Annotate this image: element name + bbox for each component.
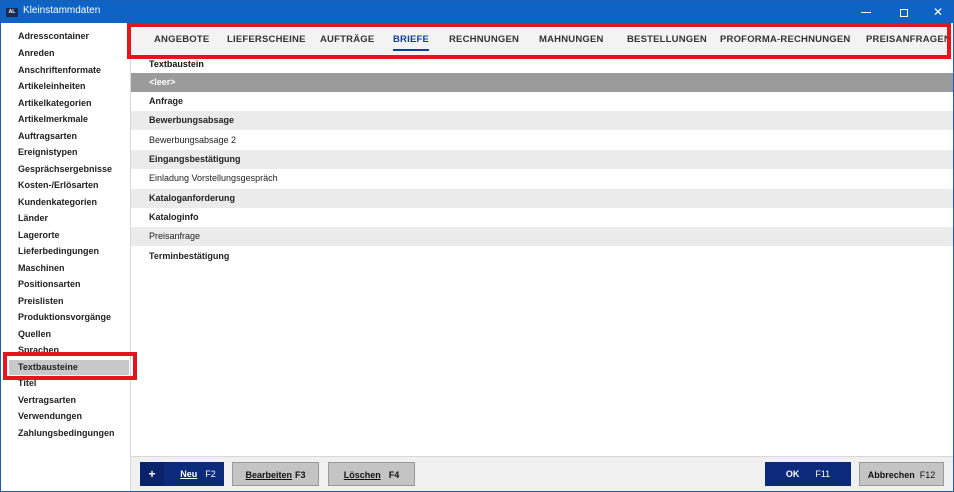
window-title: Kleinstammdaten — [23, 5, 101, 16]
sidebar-item-gespraechsergebnisse[interactable]: Gesprächsergebnisse — [9, 162, 129, 177]
delete-button-key: F4 — [388, 470, 400, 480]
sidebar-item-anreden[interactable]: Anreden — [9, 46, 129, 61]
sidebar-item-anschriftenformate[interactable]: Anschriftenformate — [9, 63, 129, 78]
close-button[interactable]: ✕ — [921, 1, 953, 23]
text-module-grid: Textbaustein <leer> Anfrage Bewerbungsab… — [131, 59, 953, 456]
grid-row[interactable]: Bewerbungsabsage 2 — [131, 131, 953, 150]
new-button-label: Neu — [180, 469, 198, 479]
title-bar: AL Kleinstammdaten ✕ — [1, 1, 953, 23]
cancel-button[interactable]: Abbrechen F12 — [859, 462, 944, 486]
plus-icon: + — [140, 462, 164, 486]
app-icon: AL — [6, 8, 18, 17]
sidebar-item-artikelmerkmale[interactable]: Artikelmerkmale — [9, 112, 129, 127]
sidebar-item-zahlungsbedingungen[interactable]: Zahlungsbedingungen — [9, 426, 129, 441]
sidebar-item-auftragsarten[interactable]: Auftragsarten — [9, 129, 129, 144]
sidebar-item-kundenkategorien[interactable]: Kundenkategorien — [9, 195, 129, 210]
tab-bar-highlight-box — [127, 23, 951, 59]
minimize-icon — [861, 12, 871, 14]
app-window: AL Kleinstammdaten ✕ Adresscontainer Anr… — [0, 0, 954, 492]
delete-button-label: Löschen — [343, 470, 381, 480]
cancel-button-key: F12 — [919, 470, 936, 480]
edit-button[interactable]: Bearbeiten F3 — [232, 462, 319, 486]
sidebar-item-artikelkategorien[interactable]: Artikelkategorien — [9, 96, 129, 111]
action-bar: + Neu F2 Bearbeiten F3 Löschen F4 OK F11 Abb… — [131, 456, 953, 491]
sidebar-item-laender[interactable]: Länder — [9, 211, 129, 226]
maximize-icon — [900, 8, 908, 17]
grid-row[interactable]: Preisanfrage — [131, 227, 953, 246]
grid-row[interactable]: Eingangsbestätigung — [131, 150, 953, 169]
sidebar-item-adresscontainer[interactable]: Adresscontainer — [9, 29, 129, 44]
grid-row[interactable]: Einladung Vorstellungsgespräch — [131, 169, 953, 188]
close-icon: ✕ — [932, 5, 944, 19]
new-button[interactable]: + Neu F2 — [140, 462, 224, 486]
ok-button[interactable]: OK F11 — [765, 462, 851, 486]
maximize-button[interactable] — [887, 1, 921, 23]
sidebar-item-quellen[interactable]: Quellen — [9, 327, 129, 342]
grid-row[interactable]: Kataloginfo — [131, 208, 953, 227]
grid-row[interactable]: <leer> — [131, 73, 953, 92]
cancel-button-label: Abbrechen — [867, 470, 915, 480]
ok-button-label: OK — [785, 469, 800, 479]
sidebar-item-lagerorte[interactable]: Lagerorte — [9, 228, 129, 243]
sidebar-item-verwendungen[interactable]: Verwendungen — [9, 409, 129, 424]
sidebar: Adresscontainer Anreden Anschriftenforma… — [1, 23, 131, 491]
grid-row[interactable]: Kataloganforderung — [131, 189, 953, 208]
sidebar-item-preislisten[interactable]: Preislisten — [9, 294, 129, 309]
grid-row[interactable]: Anfrage — [131, 92, 953, 111]
sidebar-item-maschinen[interactable]: Maschinen — [9, 261, 129, 276]
sidebar-item-positionsarten[interactable]: Positionsarten — [9, 277, 129, 292]
new-button-key: F2 — [205, 469, 216, 479]
sidebar-item-kosten-erloesarten[interactable]: Kosten-/Erlösarten — [9, 178, 129, 193]
ok-button-key: F11 — [815, 469, 831, 479]
sidebar-item-vertragsarten[interactable]: Vertragsarten — [9, 393, 129, 408]
delete-button[interactable]: Löschen F4 — [328, 462, 415, 486]
sidebar-item-ereignistypen[interactable]: Ereignistypen — [9, 145, 129, 160]
edit-button-label: Bearbeiten — [245, 470, 292, 480]
textbausteine-highlight-box — [3, 352, 137, 380]
grid-row[interactable]: Bewerbungsabsage — [131, 111, 953, 130]
minimize-button[interactable] — [849, 1, 883, 23]
column-header-textbaustein[interactable]: Textbaustein — [149, 59, 204, 69]
sidebar-item-lieferbedingungen[interactable]: Lieferbedingungen — [9, 244, 129, 259]
grid-row[interactable]: Terminbestätigung — [131, 247, 953, 266]
sidebar-item-produktionsvorgaenge[interactable]: Produktionsvorgänge — [9, 310, 129, 325]
sidebar-item-artikeleinheiten[interactable]: Artikeleinheiten — [9, 79, 129, 94]
edit-button-key: F3 — [295, 470, 306, 480]
